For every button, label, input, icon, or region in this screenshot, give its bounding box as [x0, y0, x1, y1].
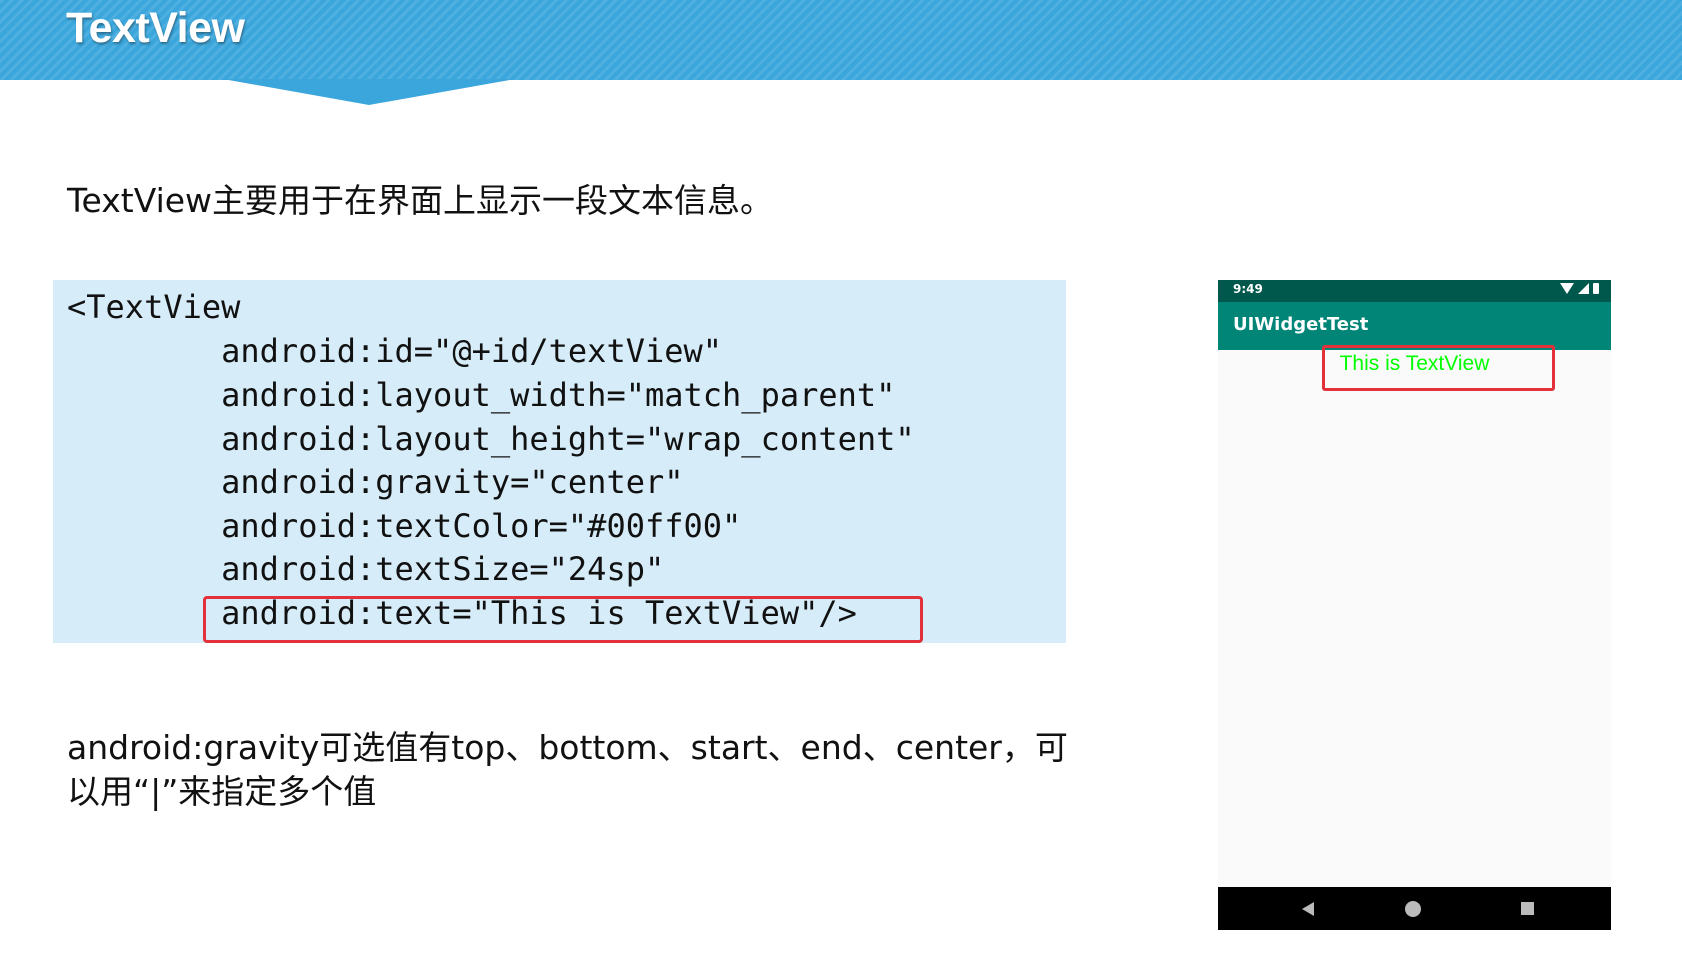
gravity-note-line: android:gravity可选值有top、bottom、start、end、…: [67, 728, 1068, 767]
code-highlight-box: [203, 596, 923, 643]
status-time: 9:49: [1233, 282, 1263, 296]
code-line: android:layout_height="wrap_content": [67, 420, 915, 458]
home-icon[interactable]: [1405, 901, 1421, 917]
intro-text: TextView主要用于在界面上显示一段文本信息。: [67, 181, 774, 220]
battery-icon: [1593, 283, 1599, 294]
code-line: android:textSize="24sp": [67, 550, 665, 588]
code-line: <TextView: [67, 288, 241, 326]
phone-highlight-box: [1322, 345, 1555, 391]
gravity-note: android:gravity可选值有top、bottom、start、end、…: [67, 726, 1068, 814]
header-notch: [223, 79, 515, 105]
gravity-note-line: 以用“|”来指定多个值: [67, 772, 377, 811]
nav-bar: [1218, 887, 1611, 930]
status-bar: 9:49: [1218, 280, 1611, 302]
recents-icon[interactable]: [1521, 902, 1534, 915]
code-line: android:textColor="#00ff00": [67, 507, 742, 545]
phone-screenshot: 9:49 UIWidgetTest This is TextView: [1218, 280, 1611, 930]
code-line: android:id="@+id/textView": [67, 332, 723, 370]
code-line: android:gravity="center": [67, 463, 684, 501]
status-icons: [1560, 283, 1599, 294]
code-line: android:layout_width="match_parent": [67, 376, 896, 414]
header-banner: TextView: [0, 0, 1682, 80]
wifi-icon: [1560, 283, 1574, 294]
back-icon[interactable]: [1302, 902, 1314, 916]
app-title: UIWidgetTest: [1233, 314, 1369, 335]
slide-title: TextView: [66, 4, 245, 52]
app-bar: UIWidgetTest: [1218, 302, 1611, 350]
signal-icon: [1578, 283, 1589, 294]
